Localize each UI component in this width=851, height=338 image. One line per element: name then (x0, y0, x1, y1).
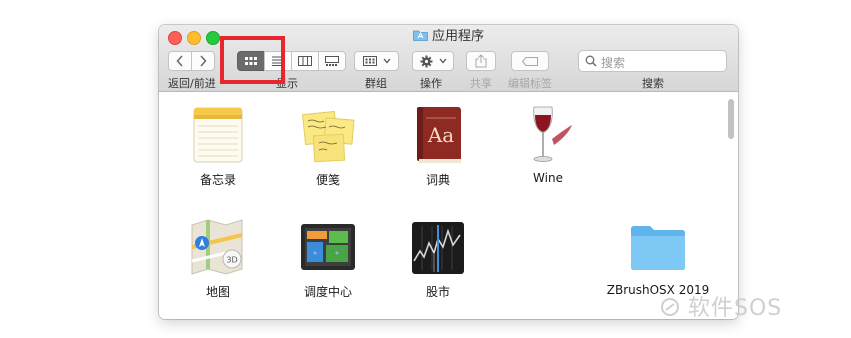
icon-grid: 备忘录 便笺 Aa 词典 Wine 3D 地图 调度中心 股市 ZBrushOS… (159, 92, 738, 319)
chevron-down-icon (439, 58, 446, 64)
column-view-button[interactable] (291, 51, 319, 71)
action-button[interactable] (412, 51, 454, 71)
watermark-logo-icon (661, 298, 679, 316)
tag-icon (522, 56, 538, 66)
scrollbar[interactable] (728, 99, 734, 139)
watermark-text: 软件SOS (688, 296, 783, 321)
columns-icon (298, 56, 312, 66)
group-button[interactable] (354, 51, 399, 71)
edit-tags-button[interactable] (511, 51, 549, 71)
app-item-wine[interactable]: Wine (493, 105, 603, 185)
mission-control-icon (301, 224, 355, 270)
search-field[interactable]: 搜索 (578, 50, 727, 72)
notes-icon (193, 107, 243, 163)
app-label: 便笺 (315, 173, 340, 187)
svg-text:Aa: Aa (427, 123, 454, 147)
share-icon (475, 54, 487, 68)
wine-icon (533, 106, 572, 162)
nav-segment (168, 51, 215, 71)
app-item-notes[interactable]: 备忘录 (163, 105, 273, 188)
folder-item-zbrush[interactable]: ZBrushOSX 2019 (603, 217, 713, 297)
gallery-icon (325, 56, 339, 66)
applications-folder-icon (413, 30, 428, 41)
watermark: 软件SOS (660, 290, 782, 322)
folder-icon (631, 226, 685, 270)
window-title-text: 应用程序 (431, 29, 484, 44)
group-label: 群组 (365, 77, 387, 90)
app-item-dictionary[interactable]: Aa 词典 (383, 105, 493, 188)
stickies-icon (301, 110, 355, 163)
app-label: 词典 (425, 173, 450, 187)
annotation-highlight-box (220, 36, 285, 84)
share-label: 共享 (470, 77, 492, 90)
nav-label: 返回/前进 (168, 77, 216, 90)
app-item-stocks[interactable]: 股市 (383, 217, 493, 300)
back-button[interactable] (168, 51, 192, 71)
svg-text:3D: 3D (226, 256, 237, 265)
app-item-mission-control[interactable]: 调度中心 (273, 217, 383, 300)
search-placeholder: 搜索 (601, 56, 626, 70)
stocks-icon (412, 222, 464, 274)
chevron-left-icon (176, 55, 183, 67)
edit-tags-label: 编辑标签 (508, 77, 552, 90)
gallery-view-button[interactable] (318, 51, 346, 71)
search-icon (585, 55, 597, 67)
app-label: 地图 (205, 285, 230, 299)
group-grid-icon (362, 56, 377, 66)
app-item-stickies[interactable]: 便笺 (273, 105, 383, 188)
app-label: Wine (533, 171, 563, 185)
app-label: 备忘录 (199, 173, 236, 187)
maps-icon: 3D (191, 219, 243, 275)
share-button[interactable] (466, 51, 496, 71)
gear-icon (420, 55, 432, 67)
dictionary-icon: Aa (417, 107, 461, 163)
app-label: 调度中心 (303, 285, 352, 299)
action-label: 操作 (420, 77, 442, 90)
app-label: 股市 (425, 285, 450, 299)
chevron-down-icon (383, 58, 390, 64)
app-item-maps[interactable]: 3D 地图 (163, 217, 273, 300)
search-label: 搜索 (642, 77, 664, 90)
forward-button[interactable] (191, 51, 215, 71)
chevron-right-icon (200, 55, 207, 67)
